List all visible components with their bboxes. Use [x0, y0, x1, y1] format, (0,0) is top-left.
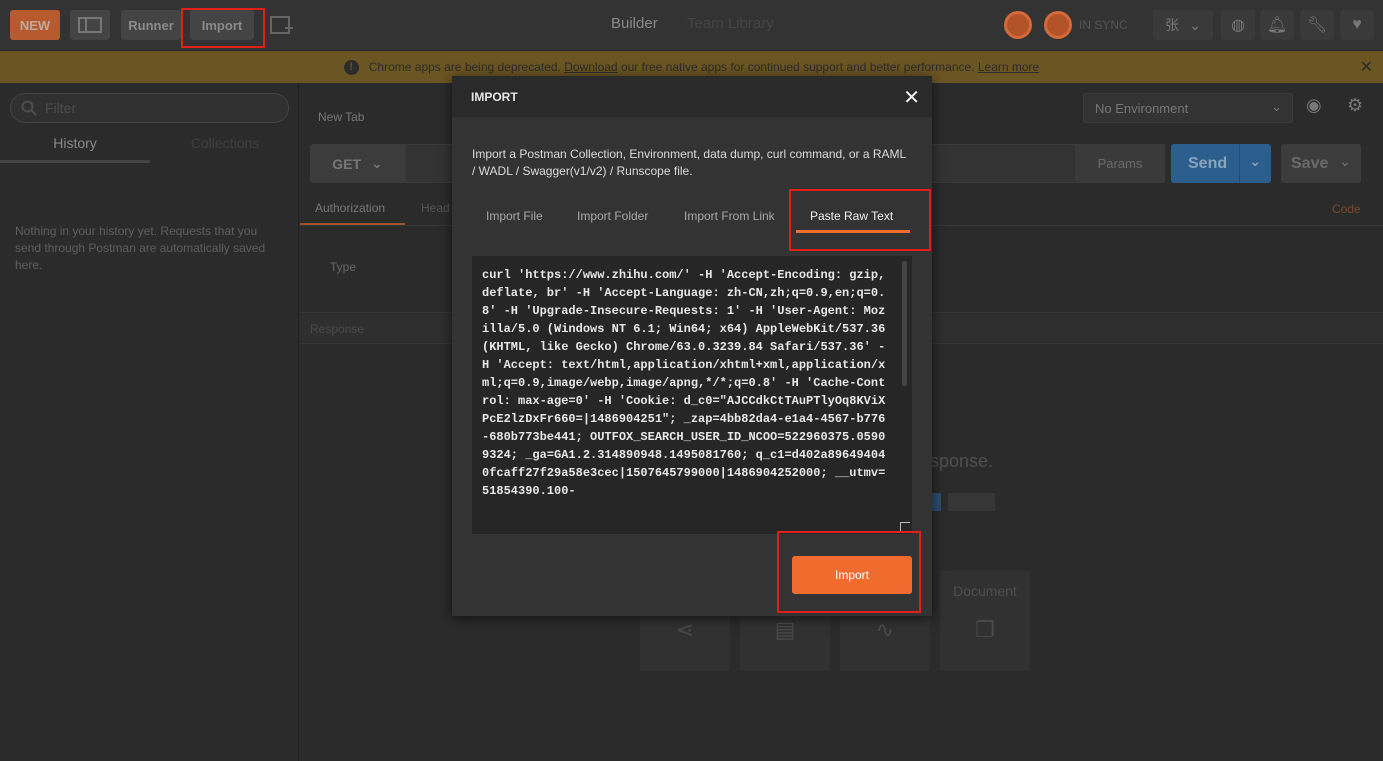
tab-authorization[interactable]: Authorization [315, 201, 385, 223]
request-tab[interactable]: New Tab [318, 110, 364, 124]
chevron-down-icon[interactable]: ⌄ [1339, 153, 1351, 170]
save-label: Save [1291, 154, 1329, 172]
active-tab-underline [796, 230, 910, 233]
settings-wrench-icon[interactable]: 🔧︎ [1300, 10, 1334, 40]
new-window-icon [270, 16, 293, 34]
tab-history[interactable]: History [0, 135, 150, 163]
share-icon: ⋖ [675, 617, 695, 642]
learn-more-link[interactable]: Learn more [978, 60, 1039, 74]
modal-header: IMPORT ✕ [452, 76, 932, 117]
gear-icon[interactable]: ⚙ [1347, 95, 1363, 116]
response-hint: sponse. [930, 451, 994, 471]
tab-builder[interactable]: Builder [611, 15, 658, 32]
server-icon: ▤ [774, 617, 796, 642]
banner-text: Chrome apps are being deprecated. [368, 60, 561, 74]
pulse-icon: ∿ [875, 617, 895, 642]
download-link[interactable]: Download [564, 60, 617, 74]
raw-text-area[interactable]: curl 'https://www.zhihu.com/' -H 'Accept… [472, 256, 912, 534]
close-icon[interactable]: ✕ [903, 85, 920, 110]
user-name: 张 [1165, 17, 1180, 33]
tab-paste-raw-text[interactable]: Paste Raw Text [810, 209, 893, 223]
tab-collections[interactable]: Collections [150, 135, 300, 160]
modal-title: IMPORT [471, 90, 518, 104]
warning-icon: ! [343, 59, 359, 75]
tab-team-library[interactable]: Team Library [687, 15, 774, 32]
environment-select[interactable]: No Environment ⌄ [1083, 93, 1293, 123]
runner-button[interactable]: Runner [121, 10, 181, 40]
tab-headers[interactable]: Head [421, 201, 450, 215]
hint-button-gray[interactable] [948, 493, 995, 511]
import-submit-button[interactable]: Import [792, 556, 912, 594]
document-icon: ❐ [975, 617, 995, 642]
eye-icon[interactable]: ◉ [1306, 95, 1322, 116]
scrollbar[interactable] [902, 261, 907, 386]
document-card[interactable]: Document ❐ [940, 571, 1030, 671]
tab-import-from-link[interactable]: Import From Link [684, 209, 775, 223]
raw-text-content[interactable]: curl 'https://www.zhihu.com/' -H 'Accept… [482, 266, 892, 530]
chevron-down-icon: ⌄ [371, 155, 383, 171]
auth-type-label: Type [330, 260, 357, 274]
sync-status: IN SYNC [1079, 18, 1128, 32]
sidebar-layout-icon [78, 17, 102, 33]
sidebar: History Collections Nothing in your hist… [0, 83, 299, 761]
tab-import-folder[interactable]: Import Folder [577, 209, 648, 223]
new-window-button[interactable] [262, 10, 302, 40]
send-label: Send [1188, 154, 1228, 172]
notification-bell-icon[interactable]: 🔔︎ [1260, 10, 1294, 40]
top-toolbar: NEW Runner Import Builder Team Library I… [0, 0, 1383, 51]
active-tab-underline [300, 223, 405, 225]
modal-description: Import a Postman Collection, Environment… [472, 147, 906, 178]
response-label: Response [310, 322, 365, 336]
method-value: GET [332, 155, 362, 172]
new-button[interactable]: NEW [10, 10, 60, 40]
heart-icon[interactable]: ♥ [1340, 10, 1374, 40]
save-button[interactable]: Save ⌄ [1281, 144, 1361, 183]
interceptor-icon[interactable] [1004, 11, 1032, 39]
search-box[interactable] [10, 93, 289, 123]
resize-handle[interactable] [900, 522, 910, 532]
history-empty-message: Nothing in your history yet. Requests th… [15, 224, 266, 272]
code-link[interactable]: Code [1332, 202, 1361, 216]
import-modal: IMPORT ✕ Import a Postman Collection, En… [452, 76, 932, 616]
sync-icon[interactable] [1044, 11, 1072, 39]
chevron-down-icon[interactable]: ⌄ [1249, 153, 1261, 170]
tab-import-file[interactable]: Import File [486, 209, 543, 223]
close-icon[interactable]: ✕ [1360, 57, 1373, 77]
send-button[interactable]: Send ⌄ [1171, 144, 1271, 183]
document-label: Document [953, 583, 1017, 599]
search-icon [21, 100, 37, 116]
search-input[interactable] [45, 100, 265, 116]
chevron-down-icon: ⌄ [1271, 99, 1282, 114]
globe-icon[interactable]: ◍ [1221, 10, 1255, 40]
chevron-down-icon: ⌄ [1189, 16, 1201, 33]
params-button[interactable]: Params [1075, 144, 1165, 183]
method-select[interactable]: GET ⌄ [310, 144, 405, 183]
user-menu-button[interactable]: 张 ⌄ [1153, 10, 1213, 40]
toggle-sidebar-button[interactable] [70, 10, 110, 40]
import-button[interactable]: Import [190, 10, 254, 40]
environment-value: No Environment [1095, 100, 1189, 116]
banner-text-after: our free native apps for continued suppo… [620, 60, 975, 74]
send-divider [1239, 144, 1240, 183]
